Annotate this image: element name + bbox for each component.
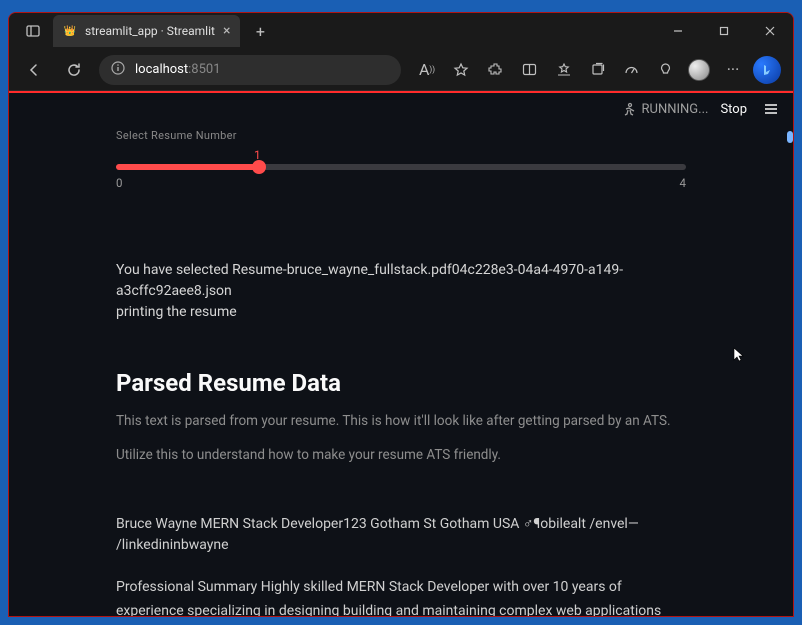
url-port: :8501 bbox=[188, 62, 220, 77]
performance-icon[interactable] bbox=[615, 55, 647, 85]
running-status: RUNNING... bbox=[621, 102, 709, 117]
scrollbar-thumb[interactable] bbox=[787, 131, 793, 143]
more-options-icon[interactable]: ··· bbox=[717, 55, 749, 85]
url-host: localhost bbox=[135, 62, 188, 77]
resume-body-text: Professional Summary Highly skilled MERN… bbox=[116, 575, 686, 616]
extensions-icon[interactable] bbox=[479, 55, 511, 85]
minimize-button[interactable] bbox=[655, 13, 701, 49]
tab-title: streamlit_app · Streamlit bbox=[85, 24, 215, 38]
slider-thumb[interactable] bbox=[252, 160, 266, 174]
new-tab-button[interactable]: + bbox=[246, 17, 274, 45]
selected-file-message: You have selected Resume-bruce_wayne_ful… bbox=[116, 260, 686, 302]
profile-avatar[interactable] bbox=[683, 55, 715, 85]
site-info-icon[interactable] bbox=[111, 61, 125, 79]
maximize-button[interactable] bbox=[701, 13, 747, 49]
slider-track[interactable] bbox=[116, 164, 686, 170]
mouse-cursor bbox=[733, 347, 745, 367]
address-bar[interactable]: localhost:8501 bbox=[99, 55, 401, 85]
section-heading: Parsed Resume Data bbox=[116, 369, 686, 397]
stop-button[interactable]: Stop bbox=[720, 102, 747, 117]
read-aloud-icon[interactable]: A)) bbox=[411, 55, 443, 85]
favorites-bar-icon[interactable] bbox=[547, 55, 579, 85]
slider-value: 1 bbox=[254, 148, 686, 162]
split-screen-icon[interactable] bbox=[513, 55, 545, 85]
printing-message: printing the resume bbox=[116, 302, 686, 323]
browser-essentials-icon[interactable] bbox=[649, 55, 681, 85]
refresh-button[interactable] bbox=[59, 55, 89, 85]
section-subtext-1: This text is parsed from your resume. Th… bbox=[116, 411, 686, 431]
bing-chat-icon[interactable] bbox=[751, 55, 783, 85]
slider-label: Select Resume Number bbox=[116, 129, 686, 142]
tab-sidebar-icon[interactable] bbox=[21, 24, 45, 38]
app-menu-icon[interactable] bbox=[759, 97, 783, 121]
favorite-icon[interactable] bbox=[445, 55, 477, 85]
streamlit-favicon: 👑 bbox=[63, 24, 77, 38]
resume-header-line: Bruce Wayne MERN Stack Developer123 Goth… bbox=[116, 514, 686, 557]
section-subtext-2: Utilize this to understand how to make y… bbox=[116, 445, 686, 465]
browser-tab[interactable]: 👑 streamlit_app · Streamlit × bbox=[53, 15, 240, 47]
back-button[interactable] bbox=[19, 55, 49, 85]
close-tab-icon[interactable]: × bbox=[223, 23, 230, 39]
slider-fill bbox=[116, 164, 259, 170]
close-window-button[interactable] bbox=[747, 13, 793, 49]
slider-max: 4 bbox=[680, 176, 686, 190]
collections-icon[interactable] bbox=[581, 55, 613, 85]
slider-min: 0 bbox=[116, 176, 122, 190]
